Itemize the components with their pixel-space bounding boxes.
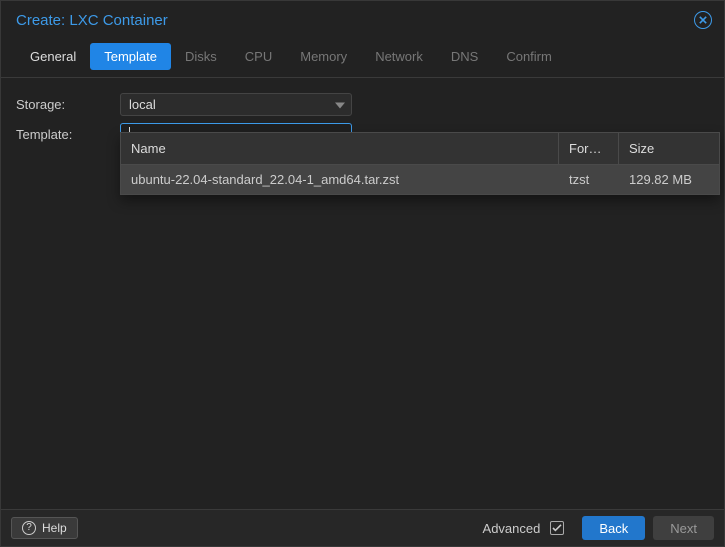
storage-select[interactable]: local — [120, 93, 352, 116]
template-label: Template: — [16, 127, 120, 142]
close-icon[interactable] — [694, 11, 712, 29]
col-header-name[interactable]: Name — [121, 133, 559, 164]
col-header-format[interactable]: For… — [559, 133, 619, 164]
storage-value: local — [129, 97, 327, 112]
footer: ? Help Advanced Back Next — [1, 509, 724, 546]
advanced-checkbox[interactable] — [550, 521, 564, 535]
tab-confirm: Confirm — [492, 43, 566, 70]
form-area: Storage: local Template: Name For… — [1, 78, 724, 146]
tab-network: Network — [361, 43, 437, 70]
advanced-label: Advanced — [483, 521, 541, 536]
titlebar: Create: LXC Container — [1, 1, 724, 37]
tab-general[interactable]: General — [16, 43, 90, 70]
col-header-size[interactable]: Size — [619, 133, 719, 164]
cell-format: tzst — [559, 165, 619, 194]
chevron-down-icon — [335, 97, 345, 112]
tab-dns: DNS — [437, 43, 492, 70]
dropdown-row[interactable]: ubuntu-22.04-standard_22.04-1_amd64.tar.… — [121, 165, 719, 194]
back-button[interactable]: Back — [582, 516, 645, 540]
template-dropdown: Name For… Size ubuntu-22.04-standard_22.… — [120, 132, 720, 195]
window-title: Create: LXC Container — [16, 12, 168, 29]
tab-memory: Memory — [286, 43, 361, 70]
tab-disks: Disks — [171, 43, 231, 70]
cell-name: ubuntu-22.04-standard_22.04-1_amd64.tar.… — [121, 165, 559, 194]
tab-cpu: CPU — [231, 43, 286, 70]
help-icon: ? — [22, 521, 36, 535]
wizard-window: Create: LXC Container General Template D… — [0, 0, 725, 547]
tab-template[interactable]: Template — [90, 43, 171, 70]
storage-label: Storage: — [16, 97, 120, 112]
help-label: Help — [42, 521, 67, 535]
dropdown-header: Name For… Size — [121, 133, 719, 165]
next-button[interactable]: Next — [653, 516, 714, 540]
storage-row: Storage: local — [16, 92, 709, 116]
tabstrip: General Template Disks CPU Memory Networ… — [1, 43, 724, 70]
cell-size: 129.82 MB — [619, 165, 719, 194]
help-button[interactable]: ? Help — [11, 517, 78, 539]
